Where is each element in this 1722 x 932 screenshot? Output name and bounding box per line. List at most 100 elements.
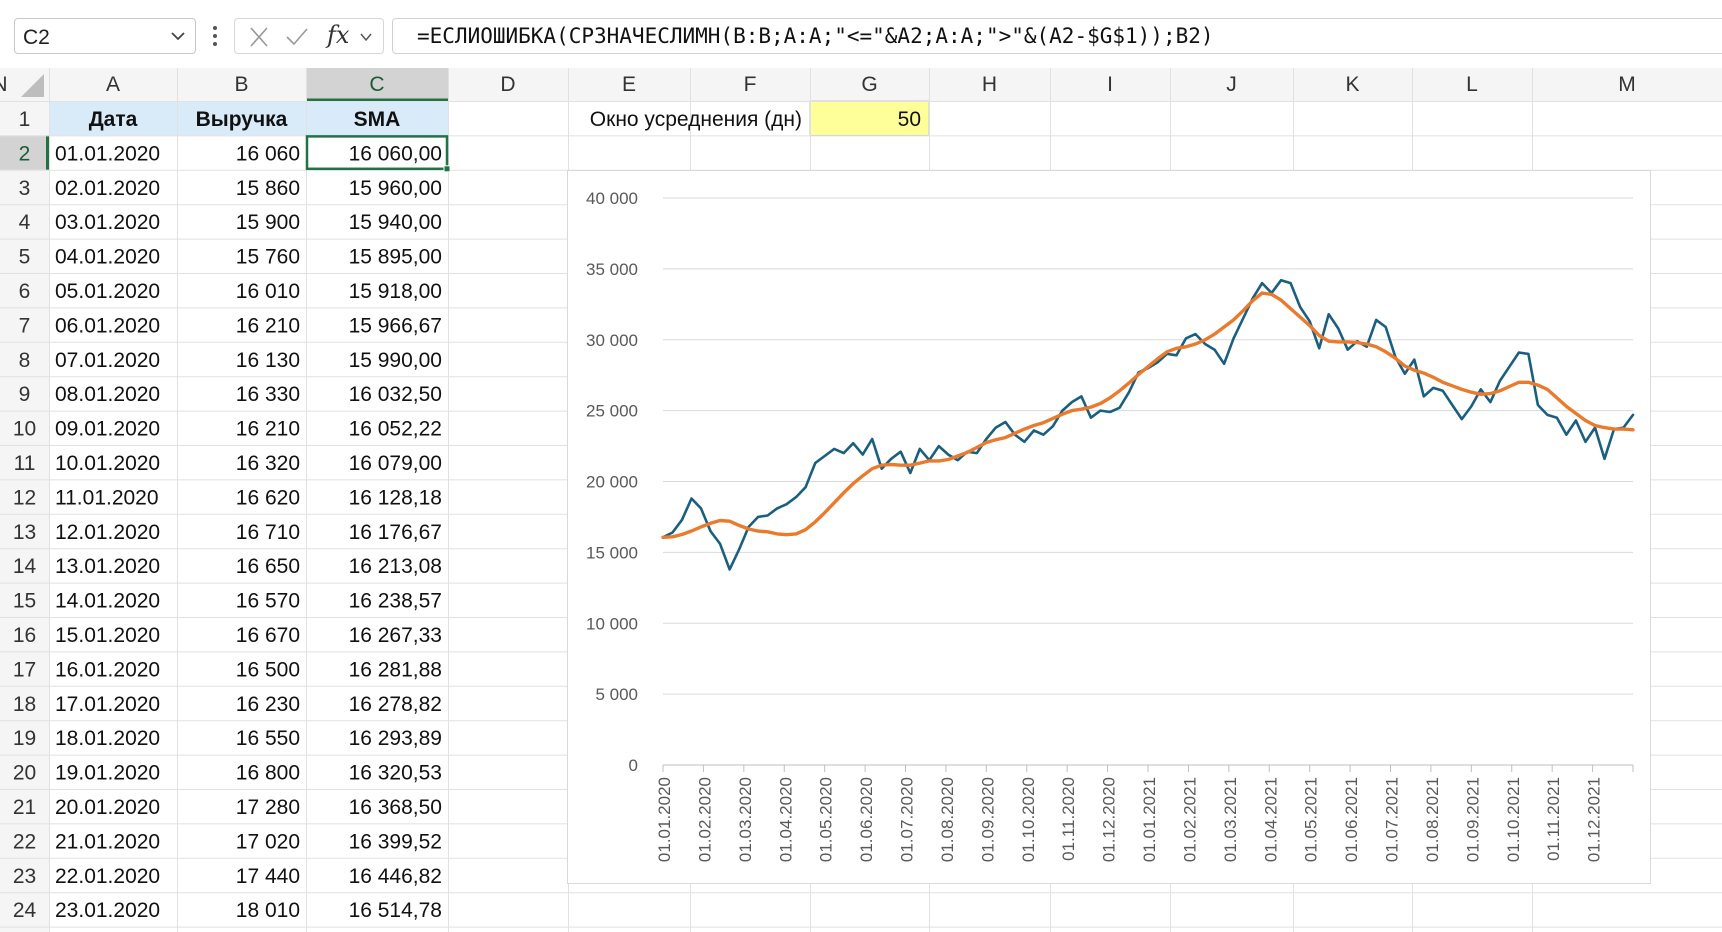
window-label[interactable]: Окно усреднения (дн) [590, 108, 802, 131]
cell-date[interactable]: 11.01.2020 [55, 486, 159, 509]
cell-sma[interactable]: 16 238,57 [349, 590, 442, 613]
more-options-icon[interactable] [210, 20, 220, 52]
cell-date[interactable]: 16.01.2020 [55, 658, 160, 681]
cell-sma[interactable]: 16 293,89 [349, 727, 442, 750]
row-header-5[interactable]: 5 [19, 246, 31, 269]
cell-date[interactable]: 17.01.2020 [55, 693, 160, 716]
cell-sma[interactable]: 15 966,67 [349, 314, 442, 337]
cell-date[interactable]: 21.01.2020 [55, 830, 160, 853]
cell-sma[interactable]: 16 446,82 [349, 865, 442, 888]
cell-date[interactable]: 23.01.2020 [55, 899, 160, 922]
column-header-d[interactable]: D [500, 73, 515, 96]
column-header-l[interactable]: L [1466, 73, 1478, 96]
cell-revenue[interactable]: 16 230 [236, 693, 300, 716]
row-header-17[interactable]: 17 [13, 658, 36, 681]
cell-sma[interactable]: 16 032,50 [349, 383, 442, 406]
chart-area[interactable]: 0 5 000 10 000 15 000 20 000 25 000 30 000 35 0… [567, 170, 1651, 884]
cell-revenue[interactable]: 16 710 [236, 521, 300, 544]
formula-input[interactable]: =ЕСЛИОШИБКА(СРЗНАЧЕСЛИМН(B:B;A:A;"<="&A2… [392, 18, 1722, 54]
row-header-8[interactable]: 8 [19, 349, 31, 372]
row-header-20[interactable]: 20 [13, 762, 36, 785]
cell-sma[interactable]: 16 281,88 [349, 658, 442, 681]
cell-revenue[interactable]: 15 900 [236, 211, 300, 234]
column-header-g[interactable]: G [861, 73, 877, 96]
column-header-k[interactable]: K [1345, 73, 1359, 96]
cell-sma[interactable]: 16 368,50 [349, 796, 442, 819]
cell-revenue[interactable]: 16 550 [236, 727, 300, 750]
cell-date[interactable]: 19.01.2020 [55, 762, 160, 785]
cell-sma[interactable]: 16 278,82 [349, 693, 442, 716]
column-header-f[interactable]: F [744, 73, 757, 96]
cell-sma[interactable]: 16 213,08 [349, 555, 442, 578]
cell-revenue[interactable]: 16 620 [236, 486, 300, 509]
cell-revenue[interactable]: 16 330 [236, 383, 300, 406]
cell-date[interactable]: 18.01.2020 [55, 727, 160, 750]
cell-date[interactable]: 14.01.2020 [55, 590, 160, 613]
cell-date[interactable]: 05.01.2020 [55, 280, 160, 303]
cell-revenue[interactable]: 16 650 [236, 555, 300, 578]
cell-revenue[interactable]: 16 210 [236, 418, 300, 441]
column-header-e[interactable]: E [622, 73, 636, 96]
cell-date[interactable]: 03.01.2020 [55, 211, 160, 234]
cell-revenue[interactable]: 16 130 [236, 349, 300, 372]
cell-revenue[interactable]: 16 010 [236, 280, 300, 303]
row-header-21[interactable]: 21 [13, 796, 36, 819]
header-sma[interactable]: SMA [354, 108, 401, 131]
cell-sma[interactable]: 16 079,00 [349, 452, 442, 475]
fill-handle[interactable] [443, 165, 451, 173]
cell-sma[interactable]: 16 052,22 [349, 418, 442, 441]
column-header-h[interactable]: H [982, 73, 997, 96]
row-header-2[interactable]: 2 [19, 142, 31, 165]
cell-revenue[interactable]: 16 570 [236, 590, 300, 613]
cell-revenue[interactable]: 17 020 [236, 830, 300, 853]
cell-sma[interactable]: 16 176,67 [349, 521, 442, 544]
cell-date[interactable]: 08.01.2020 [55, 383, 160, 406]
cell-date[interactable]: 20.01.2020 [55, 796, 160, 819]
column-header-n[interactable]: N [0, 73, 8, 96]
sma-series-line[interactable] [661, 291, 1635, 539]
cell-sma[interactable]: 16 060,00 [349, 142, 442, 165]
cell-sma[interactable]: 16 267,33 [349, 624, 442, 647]
cell-date[interactable]: 01.01.2020 [55, 142, 160, 165]
column-header-a[interactable]: A [106, 73, 120, 96]
column-header-i[interactable]: I [1107, 73, 1113, 96]
cell-date[interactable]: 04.01.2020 [55, 246, 160, 269]
cancel-icon[interactable] [247, 26, 271, 48]
row-header-18[interactable]: 18 [13, 693, 36, 716]
row-header-10[interactable]: 10 [13, 418, 36, 441]
cell-sma[interactable]: 16 399,52 [349, 830, 442, 853]
cell-revenue[interactable]: 18 010 [236, 899, 300, 922]
cell-revenue[interactable]: 16 210 [236, 314, 300, 337]
row-header-7[interactable]: 7 [19, 314, 31, 337]
cell-revenue[interactable]: 17 280 [236, 796, 300, 819]
cell-date[interactable]: 09.01.2020 [55, 418, 160, 441]
cell-revenue[interactable]: 15 860 [236, 177, 300, 200]
confirm-check-icon[interactable] [285, 26, 309, 48]
row-header-11[interactable]: 11 [14, 452, 36, 475]
cell-revenue[interactable]: 16 060 [236, 142, 300, 165]
header-date[interactable]: Дата [89, 108, 138, 131]
cell-sma[interactable]: 15 895,00 [349, 246, 442, 269]
cell-revenue[interactable]: 16 800 [236, 762, 300, 785]
insert-function-icon[interactable]: fx [327, 21, 349, 49]
row-header-4[interactable]: 4 [19, 211, 31, 234]
row-header-15[interactable]: 15 [13, 590, 36, 613]
row-header-12[interactable]: 12 [13, 486, 36, 509]
row-header-19[interactable]: 19 [13, 727, 36, 750]
cell-sma[interactable]: 15 960,00 [349, 177, 442, 200]
cell-sma[interactable]: 16 128,18 [349, 486, 442, 509]
cell-date[interactable]: 13.01.2020 [55, 555, 160, 578]
cell-sma[interactable]: 16 514,78 [349, 899, 442, 922]
row-header-13[interactable]: 13 [13, 521, 36, 544]
cell-date[interactable]: 22.01.2020 [55, 865, 160, 888]
row-header-6[interactable]: 6 [19, 280, 31, 303]
cell-sma[interactable]: 15 990,00 [349, 349, 442, 372]
name-box[interactable]: C2 [14, 18, 196, 54]
cell-date[interactable]: 06.01.2020 [55, 314, 160, 337]
row-header-24[interactable]: 24 [13, 899, 37, 922]
cell-date[interactable]: 10.01.2020 [55, 452, 160, 475]
cell-date[interactable]: 02.01.2020 [55, 177, 160, 200]
cell-revenue[interactable]: 15 760 [236, 246, 300, 269]
cell-date[interactable]: 12.01.2020 [55, 521, 160, 544]
cell-revenue[interactable]: 17 440 [236, 865, 300, 888]
